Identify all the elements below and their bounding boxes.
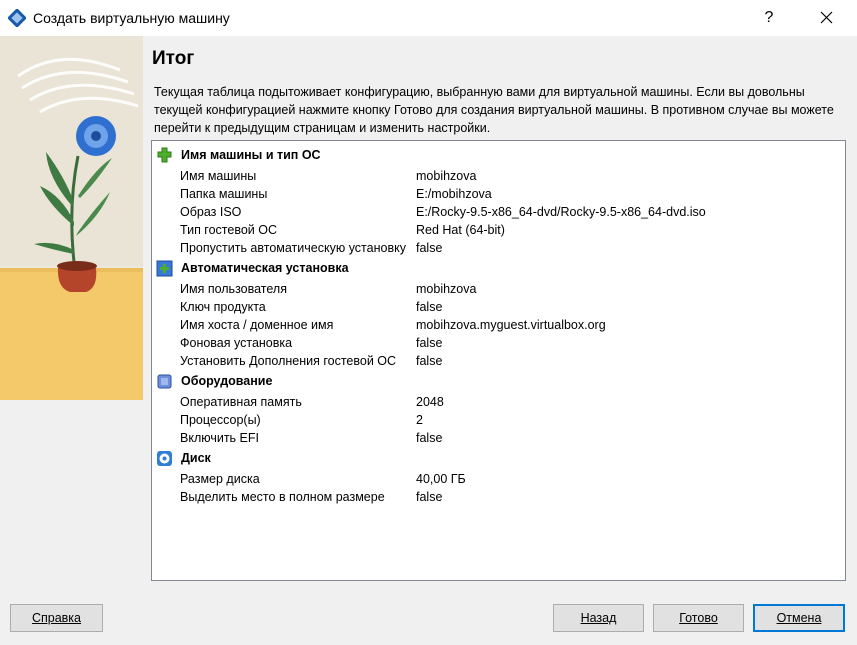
summary-row-value: false (416, 490, 443, 504)
help-title-button[interactable]: ? (752, 4, 786, 32)
page-description: Текущая таблица подытоживает конфигураци… (154, 85, 834, 135)
summary-group-title: Диск (181, 451, 211, 465)
summary-row-key: Имя пользователя (180, 282, 287, 296)
summary-row-key: Образ ISO (180, 205, 242, 219)
summary-row-value: false (416, 354, 443, 368)
summary-row[interactable]: Тип гостевой ОС Red Hat (64-bit) (152, 221, 845, 239)
summary-group-title: Автоматическая установка (181, 261, 349, 275)
virtualbox-icon (7, 8, 27, 28)
cancel-button[interactable]: Отмена (753, 604, 845, 632)
summary-row-key: Пропустить автоматическую установку (180, 241, 406, 255)
summary-row[interactable]: Имя хоста / доменное имя mobihzova.mygues… (152, 316, 845, 334)
close-icon (820, 7, 833, 29)
summary-row-key: Имя хоста / доменное имя (180, 318, 334, 332)
summary-row-value: mobihzova.myguest.virtualbox.org (416, 318, 606, 332)
summary-row-key: Папка машины (180, 187, 268, 201)
summary-group-title: Оборудование (181, 374, 273, 388)
summary-row-key: Имя машины (180, 169, 257, 183)
summary-row-value: false (416, 241, 443, 255)
summary-group-header[interactable]: Диск (152, 447, 845, 469)
summary-row-value: false (416, 336, 443, 350)
summary-row-value: false (416, 431, 443, 445)
help-button[interactable]: Справка (10, 604, 103, 632)
summary-row[interactable]: Процессор(ы) 2 (152, 411, 845, 429)
puzzle-icon (156, 147, 173, 164)
close-button[interactable] (806, 4, 846, 32)
summary-row[interactable]: Установить Дополнения гостевой ОС false (152, 352, 845, 370)
summary-group-header[interactable]: Оборудование (152, 370, 845, 392)
summary-row-key: Процессор(ы) (180, 413, 261, 427)
summary-row-key: Установить Дополнения гостевой ОС (180, 354, 397, 368)
page-title: Итог (152, 48, 195, 69)
summary-row-key: Тип гостевой ОС (180, 223, 277, 237)
summary-row-value: 40,00 ГБ (416, 472, 466, 486)
finish-button[interactable]: Готово (653, 604, 744, 632)
summary-row-value: mobihzova (416, 282, 477, 296)
wizard-illustration (0, 36, 143, 400)
auto-install-icon (156, 260, 173, 277)
summary-group-header[interactable]: Автоматическая установка (152, 257, 845, 279)
title-bar: Создать виртуальную машину ? (0, 0, 857, 36)
summary-table[interactable]: Имя машины и тип ОС Имя машины mobihzova Па… (151, 140, 846, 581)
summary-row[interactable]: Фоновая установка false (152, 334, 845, 352)
disk-icon (156, 450, 173, 467)
summary-row-key: Включить EFI (180, 431, 259, 445)
summary-row-value: Red Hat (64-bit) (416, 223, 505, 237)
summary-row[interactable]: Имя пользователя mobihzova (152, 280, 845, 298)
summary-row[interactable]: Пропустить автоматическую установку false (152, 239, 845, 257)
window-title: Создать виртуальную машину (33, 10, 230, 26)
summary-row[interactable]: Папка машины E:/mobihzova (152, 185, 845, 203)
summary-row-key: Оперативная память (180, 395, 302, 409)
summary-group-header[interactable]: Имя машины и тип ОС (152, 144, 845, 166)
summary-row-value: 2048 (416, 395, 444, 409)
summary-row-value: E:/mobihzova (416, 187, 492, 201)
hardware-icon (156, 373, 173, 390)
back-button[interactable]: Назад (553, 604, 644, 632)
summary-row-key: Размер диска (180, 472, 260, 486)
summary-row[interactable]: Выделить место в полном размере false (152, 488, 845, 506)
summary-row[interactable]: Оперативная память 2048 (152, 393, 845, 411)
summary-row[interactable]: Размер диска 40,00 ГБ (152, 470, 845, 488)
summary-row-key: Выделить место в полном размере (180, 490, 385, 504)
summary-row-value: mobihzova (416, 169, 477, 183)
summary-row-key: Ключ продукта (180, 300, 266, 314)
summary-row-value: false (416, 300, 443, 314)
summary-row-key: Фоновая установка (180, 336, 293, 350)
summary-group-title: Имя машины и тип ОС (181, 148, 321, 162)
summary-row[interactable]: Включить EFI false (152, 429, 845, 447)
summary-row-value: 2 (416, 413, 423, 427)
summary-row[interactable]: Образ ISO E:/Rocky-9.5-x86_64-dvd/Rocky-9… (152, 203, 845, 221)
summary-row[interactable]: Ключ продукта false (152, 298, 845, 316)
summary-row-value: E:/Rocky-9.5-x86_64-dvd/Rocky-9.5-x86_64… (416, 205, 706, 219)
summary-row[interactable]: Имя машины mobihzova (152, 167, 845, 185)
